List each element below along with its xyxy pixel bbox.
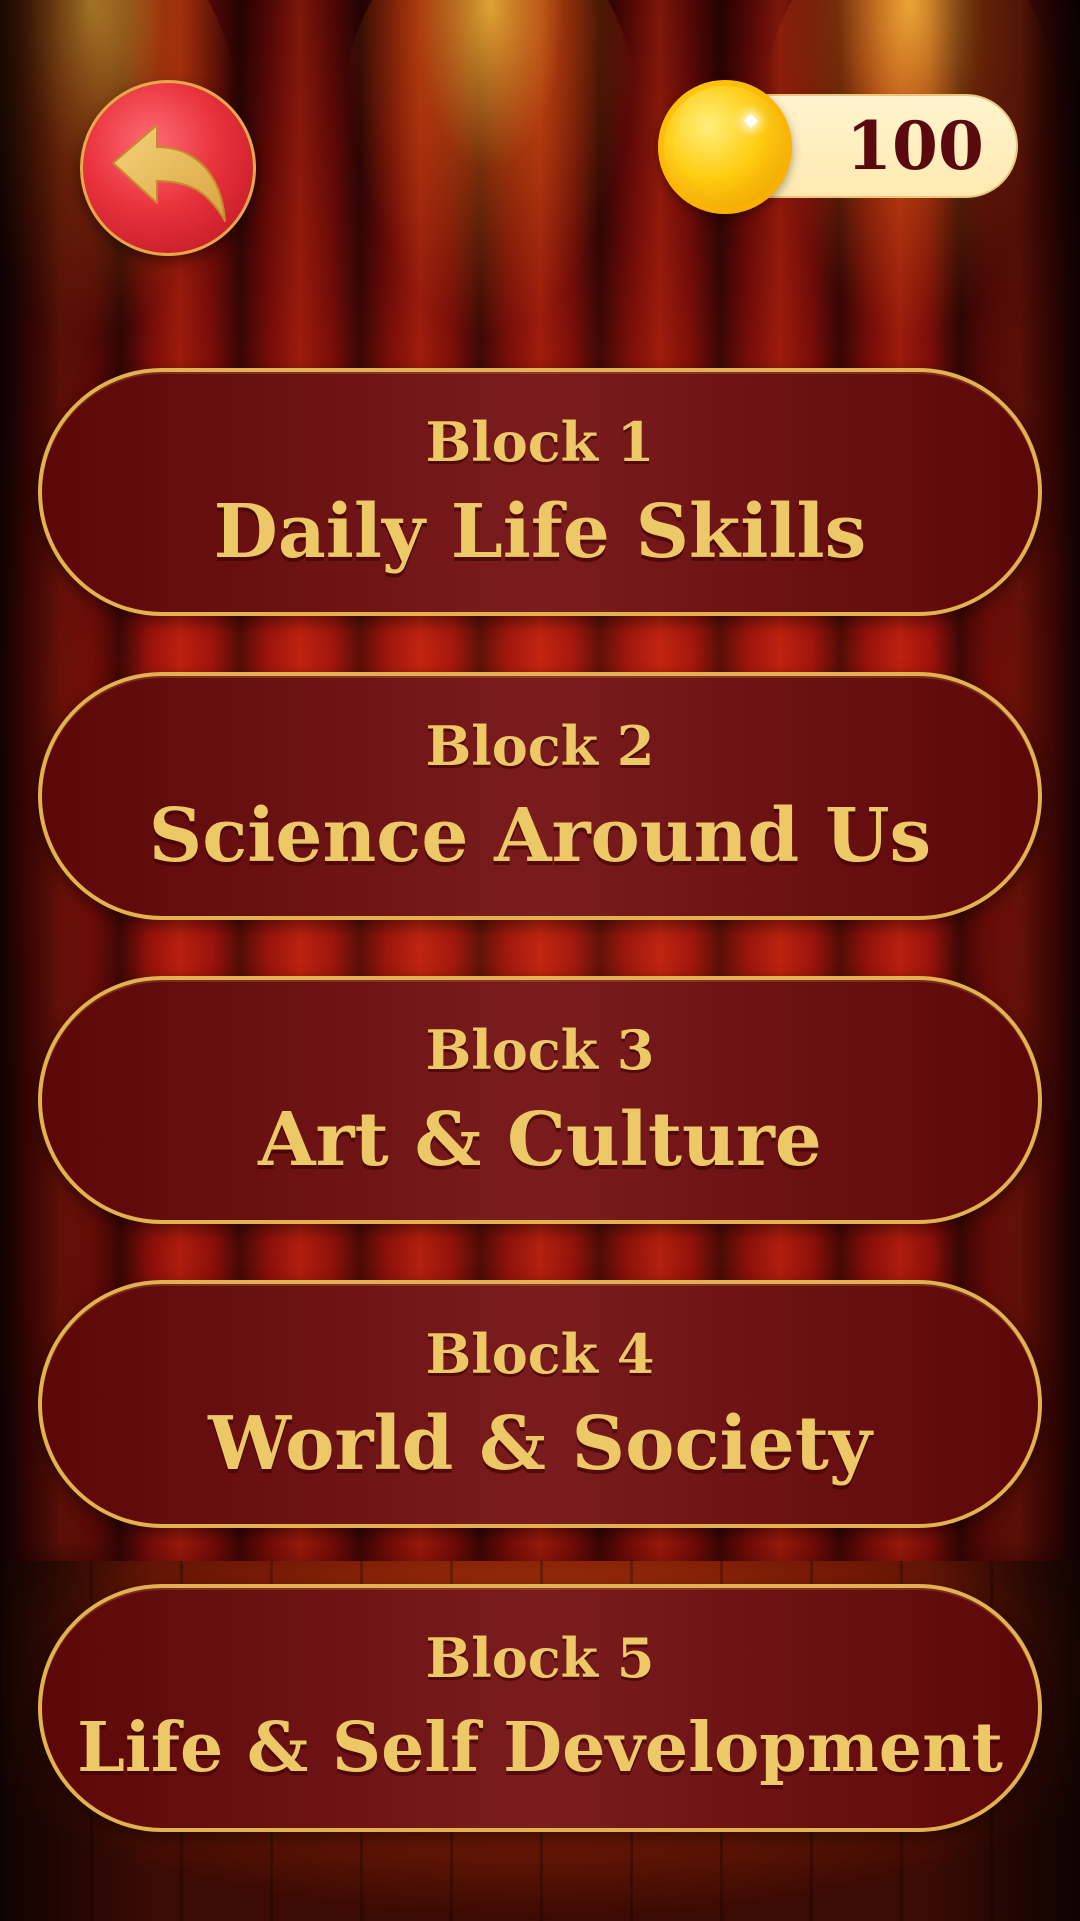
block-5-button[interactable]: Block 5 Life & Self Development [38, 1584, 1042, 1832]
block-3-button[interactable]: Block 3 Art & Culture [38, 976, 1042, 1224]
block-number: Block 1 [425, 410, 655, 474]
coin-counter: 100 [658, 80, 1020, 214]
back-button[interactable] [80, 80, 256, 256]
block-2-button[interactable]: Block 2 Science Around Us [38, 672, 1042, 920]
block-title: Life & Self Development [77, 1708, 1003, 1788]
back-arrow-icon [112, 124, 226, 222]
coin-count: 100 [846, 107, 984, 185]
block-1-button[interactable]: Block 1 Daily Life Skills [38, 368, 1042, 616]
coin-face [674, 96, 774, 196]
block-title: Science Around Us [148, 793, 932, 879]
block-title: Art & Culture [258, 1097, 822, 1183]
block-title: Daily Life Skills [213, 489, 867, 575]
block-number: Block 2 [425, 714, 655, 778]
block-number: Block 3 [425, 1018, 655, 1082]
block-title: World & Society [208, 1401, 872, 1487]
block-number: Block 5 [425, 1626, 655, 1690]
block-4-button[interactable]: Block 4 World & Society [38, 1280, 1042, 1528]
block-list: Block 1 Daily Life Skills Block 2 Scienc… [38, 368, 1042, 1832]
block-number: Block 4 [425, 1322, 655, 1386]
gold-coin-icon [658, 80, 792, 214]
